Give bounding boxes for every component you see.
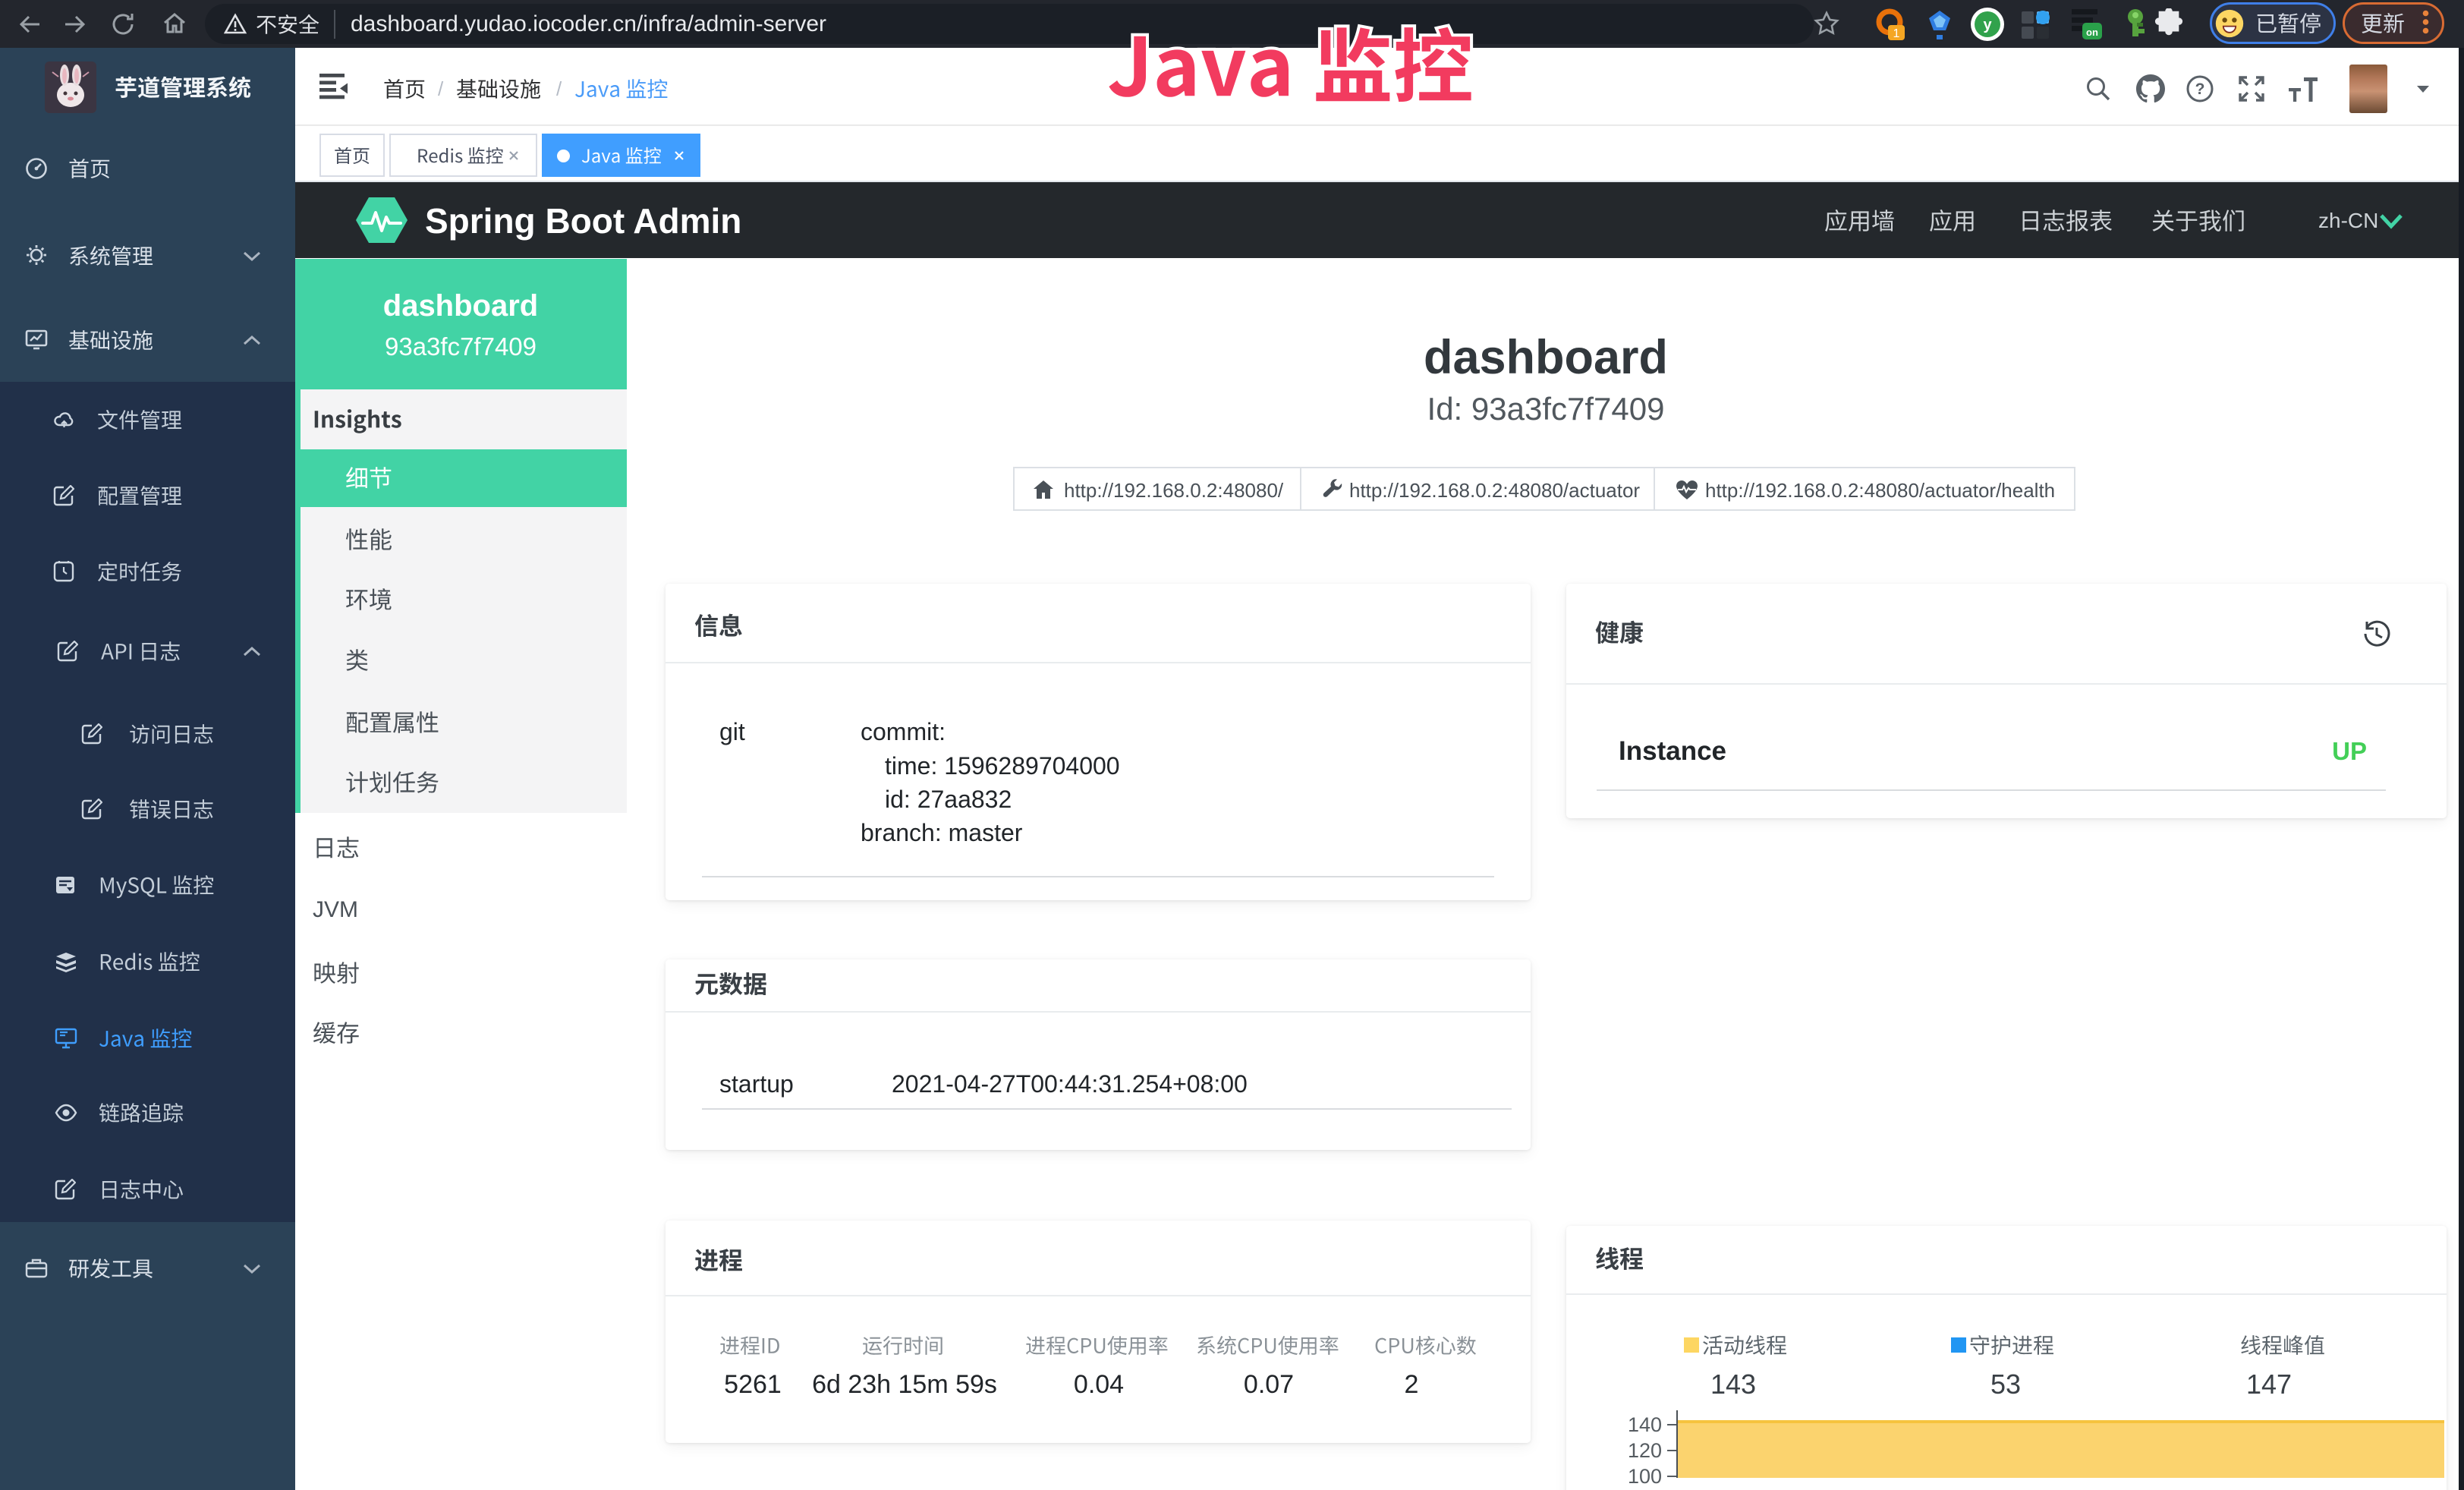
svg-text:y: y [1983,17,1992,33]
svg-text:1: 1 [1893,27,1900,40]
svg-text:on: on [2086,27,2098,38]
svg-text:?: ? [2195,80,2205,98]
